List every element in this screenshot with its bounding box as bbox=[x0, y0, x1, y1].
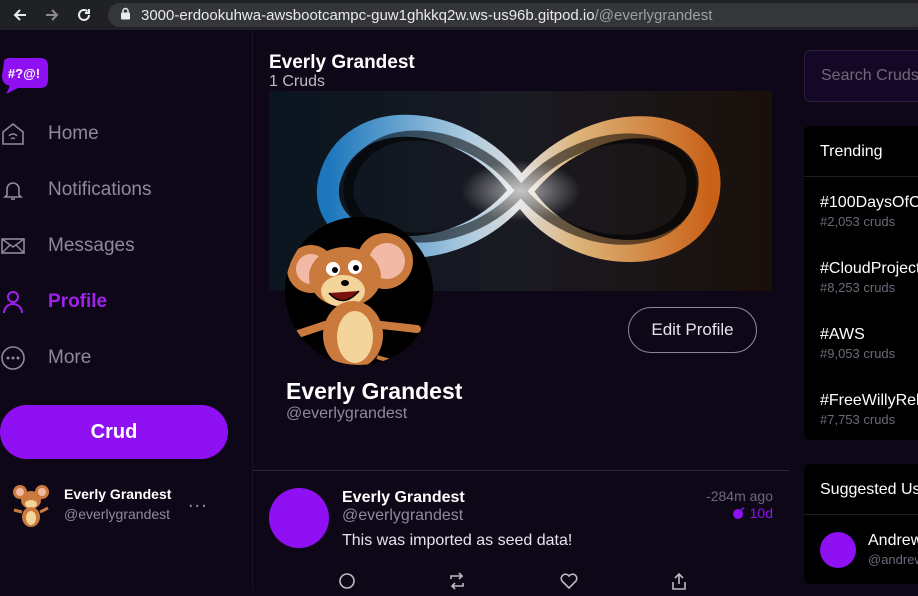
suggested-user-handle: @andrewbrown bbox=[868, 552, 918, 567]
url-host: 3000-erdookuhwa-awsbootcampc-guw1ghkkq2w… bbox=[141, 6, 595, 24]
post-author-handle[interactable]: @everlygrandest bbox=[342, 507, 463, 525]
profile-main: Everly Grandest 1 Cruds Edit Profile Eve… bbox=[252, 30, 789, 591]
sidebar-item-label: More bbox=[48, 347, 92, 368]
trending-panel: Trending #100DaysOfCloud #2,053 cruds #C… bbox=[804, 126, 918, 440]
sidebar-item-label: Home bbox=[48, 123, 99, 144]
trending-tag: #AWS bbox=[820, 326, 865, 343]
sidebar-user-handle: @everlygrandest bbox=[64, 506, 171, 522]
sidebar-item-label: Notifications bbox=[48, 179, 152, 200]
user-icon bbox=[0, 289, 26, 315]
url-path: /@everlygrandest bbox=[594, 6, 713, 24]
trending-tag: #100DaysOfCloud bbox=[820, 194, 918, 211]
post-timestamp: -284m ago bbox=[706, 488, 773, 504]
envelope-icon bbox=[0, 233, 26, 259]
trending-count: #8,253 cruds bbox=[820, 280, 896, 295]
bell-icon bbox=[0, 177, 26, 203]
reload-icon[interactable] bbox=[72, 3, 96, 27]
trending-item[interactable]: #100DaysOfCloud #2,053 cruds bbox=[820, 194, 918, 229]
trending-item[interactable]: #CloudProject #8,253 cruds bbox=[820, 260, 918, 295]
repost-icon[interactable] bbox=[447, 571, 467, 591]
share-icon[interactable] bbox=[669, 571, 689, 591]
trending-item[interactable]: #AWS #9,053 cruds bbox=[820, 326, 895, 361]
trending-tag: #FreeWillyReboot bbox=[820, 392, 918, 409]
trending-count: #2,053 cruds bbox=[820, 214, 896, 229]
suggested-users-title: Suggested Users bbox=[820, 481, 918, 498]
avatar[interactable] bbox=[820, 532, 856, 568]
address-bar[interactable]: 3000-erdookuhwa-awsbootcampc-guw1ghkkq2w… bbox=[108, 3, 918, 27]
back-arrow-icon[interactable] bbox=[8, 3, 32, 27]
sidebar-item-messages[interactable]: Messages bbox=[0, 226, 135, 266]
lock-icon bbox=[120, 7, 131, 24]
post-actions bbox=[337, 571, 697, 591]
trending-count: #7,753 cruds bbox=[820, 412, 896, 427]
more-options-icon[interactable]: ... bbox=[188, 490, 208, 513]
profile-avatar bbox=[285, 217, 433, 365]
more-icon bbox=[0, 345, 26, 371]
post-author-name[interactable]: Everly Grandest bbox=[342, 489, 465, 507]
sidebar-item-label: Profile bbox=[48, 291, 108, 312]
page-title: Everly Grandest bbox=[269, 52, 415, 73]
search-input[interactable]: Search Cruds bbox=[804, 50, 918, 102]
trending-title: Trending bbox=[820, 143, 883, 160]
sidebar-user-name: Everly Grandest bbox=[64, 486, 172, 502]
avatar[interactable] bbox=[269, 488, 329, 548]
suggested-user-name[interactable]: Andrew Brown bbox=[868, 532, 918, 550]
reply-icon[interactable] bbox=[337, 571, 357, 591]
trending-tag: #CloudProject bbox=[820, 260, 918, 277]
logo-text: #?@! bbox=[8, 66, 40, 81]
sidebar-user[interactable]: Everly Grandest @everlygrandest ... bbox=[10, 482, 240, 528]
sidebar-item-label: Messages bbox=[48, 235, 135, 256]
sidebar-item-home[interactable]: Home bbox=[0, 114, 99, 154]
post-expires-label: 10d bbox=[749, 505, 773, 521]
post-expires: 10d bbox=[732, 505, 773, 521]
home-icon bbox=[0, 121, 26, 147]
profile-handle: @everlygrandest bbox=[286, 405, 408, 422]
activity-item[interactable]: Everly Grandest @everlygrandest -284m ag… bbox=[253, 471, 789, 591]
trending-count: #9,053 cruds bbox=[820, 346, 896, 361]
post-message: This was imported as seed data! bbox=[342, 532, 573, 549]
divider bbox=[804, 514, 918, 515]
bomb-icon bbox=[732, 507, 745, 519]
profile-display-name: Everly Grandest bbox=[286, 378, 463, 404]
sidebar-item-notifications[interactable]: Notifications bbox=[0, 170, 152, 210]
suggested-users-panel: Suggested Users Andrew Brown @andrewbrow… bbox=[804, 464, 918, 584]
avatar bbox=[10, 482, 52, 528]
heart-icon[interactable] bbox=[559, 571, 579, 591]
crud-button[interactable]: Crud bbox=[0, 405, 228, 459]
app-logo[interactable]: #?@! bbox=[0, 56, 50, 94]
browser-toolbar: 3000-erdookuhwa-awsbootcampc-guw1ghkkq2w… bbox=[0, 0, 918, 30]
edit-profile-button[interactable]: Edit Profile bbox=[628, 307, 757, 353]
sidebar-item-more[interactable]: More bbox=[0, 338, 91, 378]
sidebar: #?@! Home Notifications Messages Profile… bbox=[0, 30, 250, 590]
divider bbox=[804, 176, 918, 177]
sidebar-item-profile[interactable]: Profile bbox=[0, 282, 107, 322]
trending-item[interactable]: #FreeWillyReboot #7,753 cruds bbox=[820, 392, 918, 427]
crud-count: 1 Cruds bbox=[269, 73, 326, 90]
forward-arrow-icon[interactable] bbox=[40, 3, 64, 27]
